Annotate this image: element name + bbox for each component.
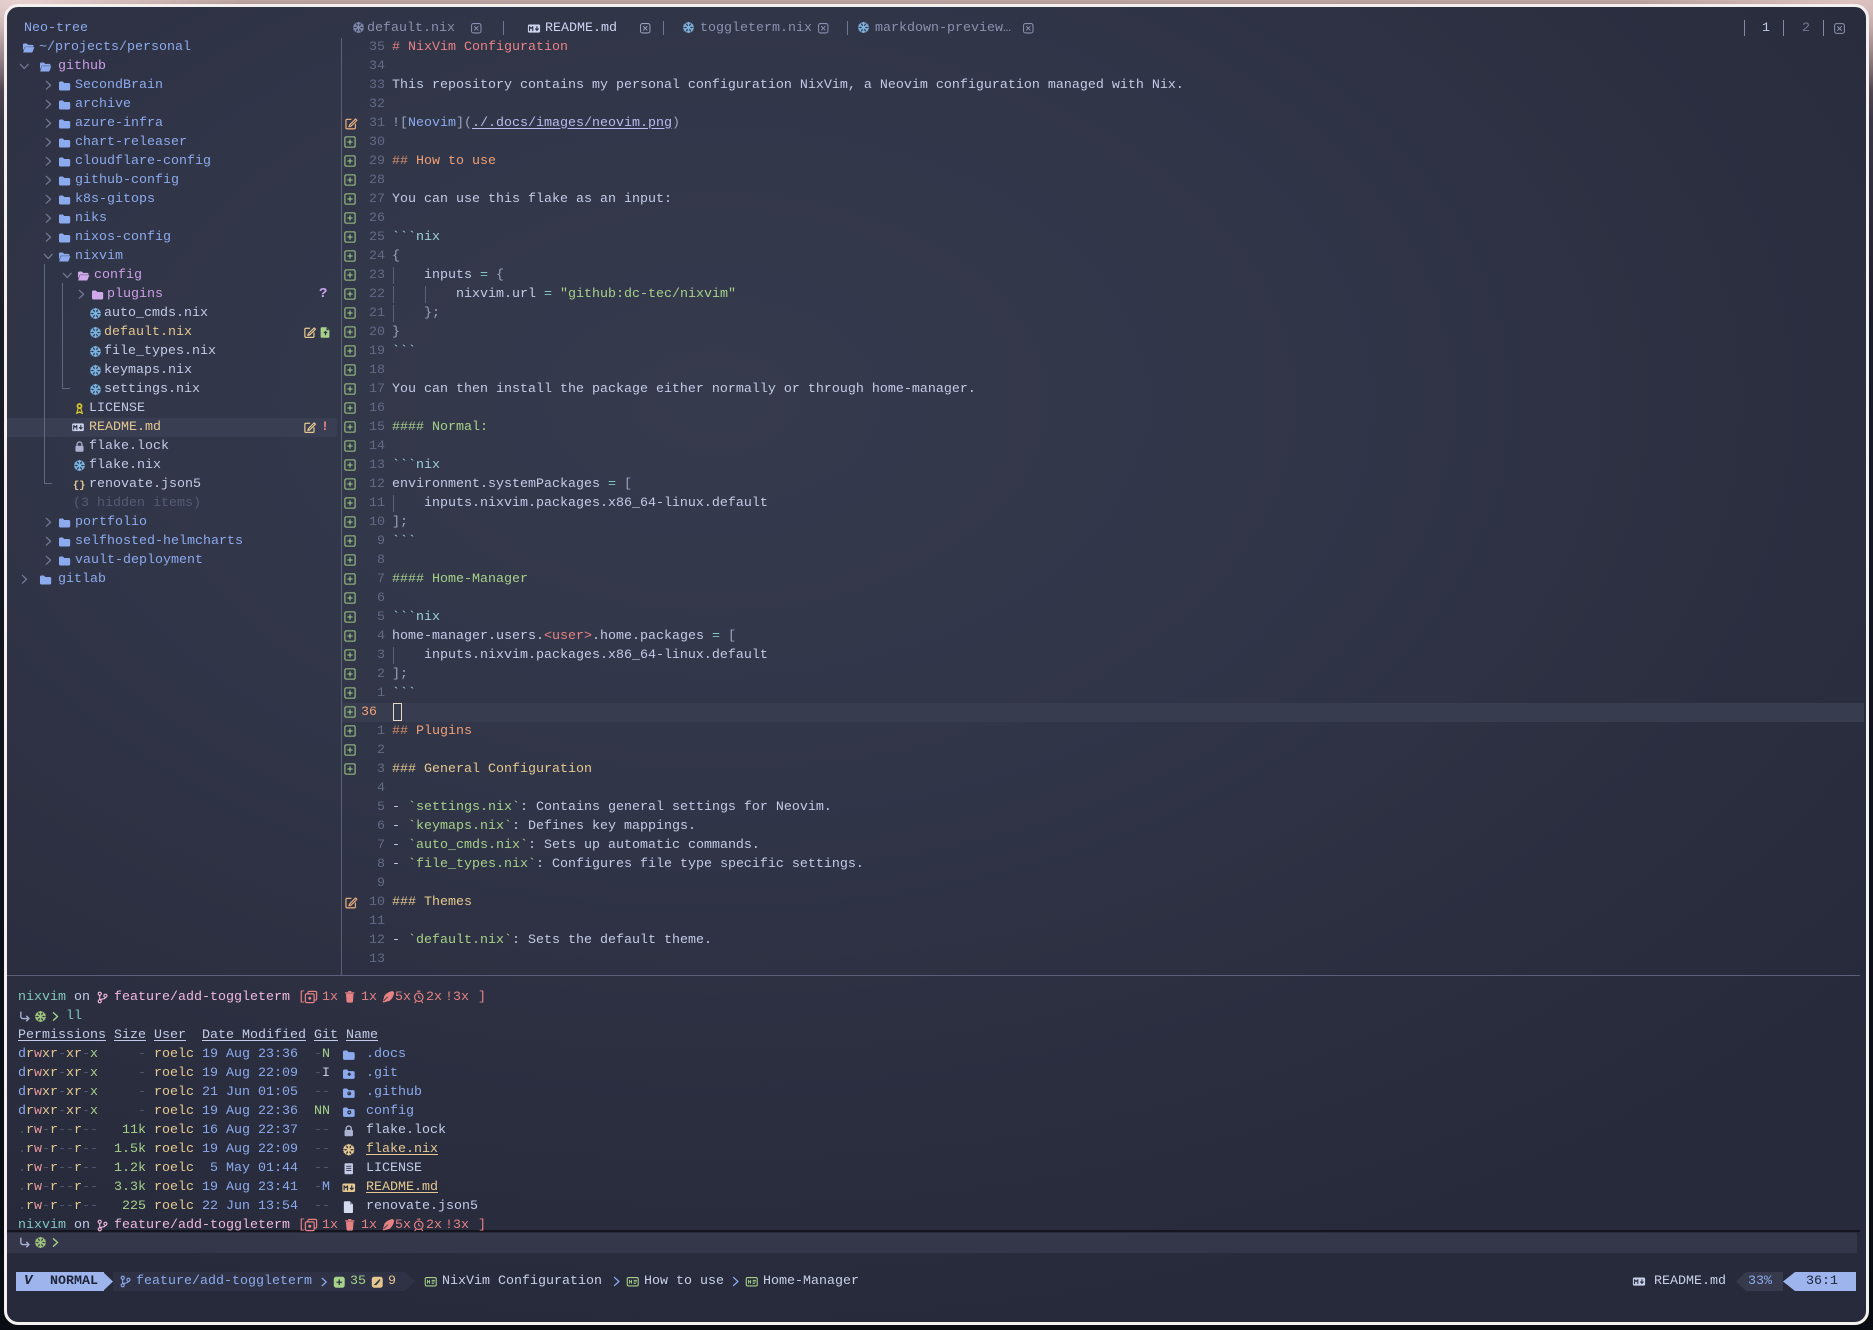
svg-text:{}: {}	[73, 480, 85, 491]
